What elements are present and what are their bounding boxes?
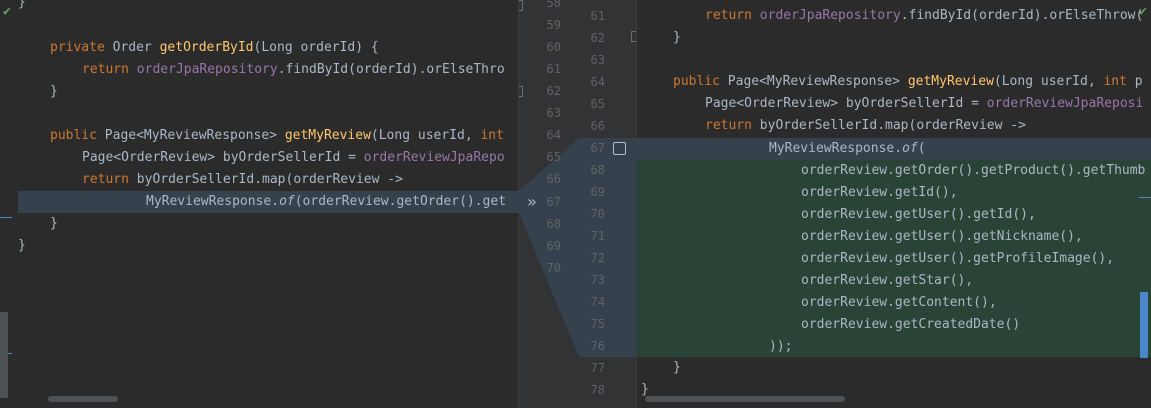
line-number: 73 [590, 273, 605, 287]
code-line: return byOrderSellerId.map(orderReview -… [705, 118, 1026, 133]
code-line: orderReview.getUser().getId(), [801, 207, 1036, 222]
code-line: return orderJpaRepository.findById(order… [82, 62, 505, 77]
line-number: 62 [546, 84, 561, 98]
checkbox-icon[interactable] [613, 142, 626, 155]
fold-icon[interactable] [519, 86, 523, 97]
right-editor-pane[interactable]: ✔ return orderJpaRepository.findById(ord… [636, 0, 1151, 408]
line-number: 59 [546, 18, 561, 32]
line-number: 70 [590, 207, 605, 221]
line-number: 72 [590, 251, 605, 265]
code-line: } [18, 238, 26, 253]
line-number: 68 [546, 217, 561, 231]
code-line: orderReview.getCreatedDate() [801, 317, 1021, 332]
fold-icon[interactable] [519, 0, 523, 11]
change-marker [0, 217, 12, 218]
check-icon: ✔ [3, 4, 11, 19]
line-number: 64 [546, 128, 561, 142]
code-line: } [673, 360, 681, 375]
line-number: 77 [590, 361, 605, 375]
code-line: } [18, 0, 26, 10]
line-number: 58 [546, 0, 561, 10]
line-number: 78 [590, 383, 605, 397]
code-line: } [673, 30, 681, 45]
horizontal-scrollbar[interactable] [645, 396, 845, 402]
line-number: 66 [590, 119, 605, 133]
vertical-scrollbar[interactable] [0, 312, 8, 398]
line-number: 69 [590, 185, 605, 199]
code-line: Page<OrderReview> byOrderSellerId = orde… [705, 96, 1144, 111]
code-line: public Page<MyReviewResponse> getMyRevie… [50, 128, 504, 143]
code-line: orderReview.getStar(), [801, 273, 974, 288]
code-line: return byOrderSellerId.map(orderReview -… [82, 172, 403, 187]
line-number: 65 [590, 97, 605, 111]
line-number: 62 [590, 31, 605, 45]
line-number: 64 [590, 75, 605, 89]
line-number: 63 [590, 53, 605, 67]
line-number: 61 [590, 9, 605, 23]
code-line: MyReviewResponse.of( [769, 141, 926, 156]
vertical-scrollbar[interactable] [1140, 292, 1148, 358]
left-editor-pane[interactable]: ✔ } private Order getOrderById(Long orde… [0, 0, 518, 408]
line-number: 69 [546, 239, 561, 253]
double-chevron-right-icon[interactable]: » [527, 194, 537, 210]
code-line: orderReview.getOrder().getProduct().getT… [801, 163, 1146, 178]
line-number: 76 [590, 339, 605, 353]
diff-gutter: 58 59 60 61 62 63 64 65 66 67 68 69 70 »… [518, 0, 637, 408]
line-number: 75 [590, 317, 605, 331]
code-line: } [50, 84, 58, 99]
code-line: orderReview.getContent(), [801, 295, 997, 310]
line-number: 60 [546, 40, 561, 54]
code-line: private Order getOrderById(Long orderId)… [50, 40, 379, 55]
code-line: )); [769, 339, 793, 354]
change-marker [1139, 197, 1151, 198]
line-number: 66 [546, 172, 561, 186]
line-number: 63 [546, 106, 561, 120]
line-number: 68 [590, 163, 605, 177]
line-number: 74 [590, 295, 605, 309]
code-line: public Page<MyReviewResponse> getMyRevie… [673, 74, 1143, 89]
horizontal-scrollbar[interactable] [48, 396, 118, 402]
code-line: orderReview.getUser().getNickname(), [801, 229, 1083, 244]
code-line: Page<OrderReview> byOrderSellerId = orde… [82, 150, 505, 165]
code-line: MyReviewResponse.of(orderReview.getOrder… [146, 194, 507, 209]
line-number: 61 [546, 62, 561, 76]
code-line: return orderJpaRepository.findById(order… [705, 8, 1144, 23]
code-line: orderReview.getId(), [801, 185, 958, 200]
line-number: 65 [546, 150, 561, 164]
line-number: 67 [590, 141, 605, 155]
code-line: } [50, 216, 58, 231]
line-number: 70 [546, 261, 561, 275]
line-number: 71 [590, 229, 605, 243]
code-line: orderReview.getUser().getProfileImage(), [801, 251, 1115, 266]
